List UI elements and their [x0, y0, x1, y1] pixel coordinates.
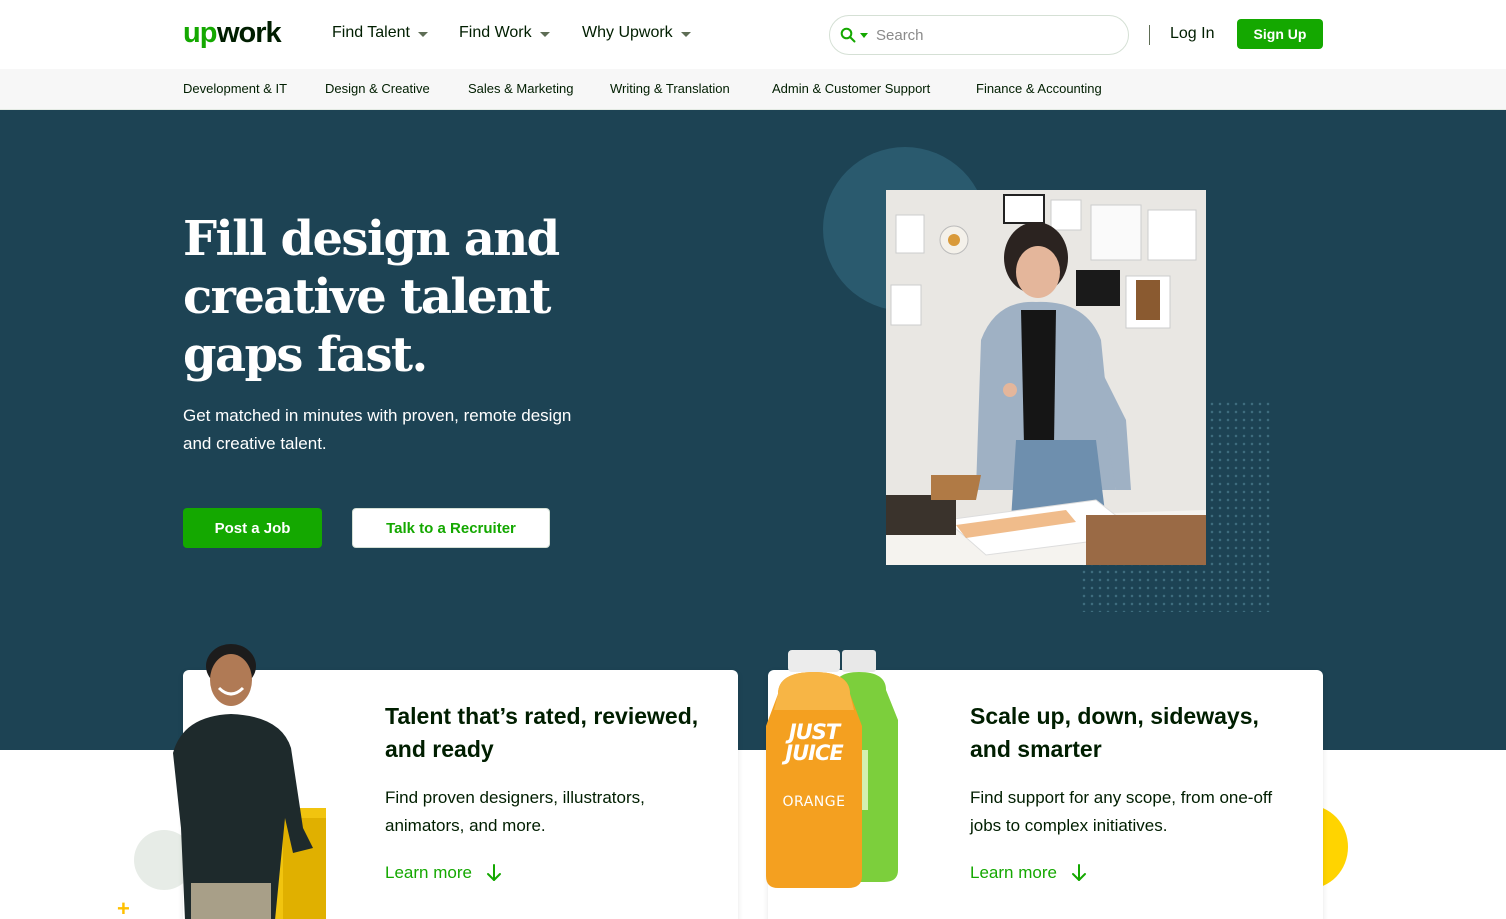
card-text: Find proven designers, illustrators, ani…: [385, 788, 645, 835]
juice-bottles-image: JUST JUICE ORANGE: [764, 650, 904, 890]
nav-find-work-label: Find Work: [459, 24, 532, 41]
chevron-down-icon: [680, 31, 691, 37]
nav-why-upwork[interactable]: Why Upwork: [582, 24, 691, 42]
category-sales-marketing[interactable]: Sales & Marketing: [468, 81, 574, 96]
search-type-toggle[interactable]: [840, 27, 868, 43]
juice-flavor: ORANGE: [782, 794, 846, 810]
learn-more-label: Learn more: [385, 863, 472, 882]
card-title: Talent that’s rated, reviewed, and ready: [385, 703, 699, 762]
arrow-down-icon: [486, 864, 501, 881]
chevron-down-icon: [860, 32, 868, 38]
category-writing-translation[interactable]: Writing & Translation: [610, 81, 730, 96]
category-admin-support[interactable]: Admin & Customer Support: [772, 81, 930, 96]
signup-button[interactable]: Sign Up: [1237, 19, 1323, 49]
smiling-man-image: [163, 638, 348, 919]
nav-divider: [1149, 25, 1150, 45]
hero-title: Fill design and creative talent gaps fas…: [183, 211, 560, 383]
juice-brand-line1: JUST: [788, 720, 840, 744]
svg-text:work: work: [216, 17, 283, 49]
top-navigation: up work Find Talent Find Work Why Upwork…: [0, 0, 1506, 69]
learn-more-label: Learn more: [970, 863, 1057, 882]
nav-find-talent-label: Find Talent: [332, 24, 410, 41]
plus-decoration-icon: +: [117, 896, 130, 919]
post-job-button[interactable]: Post a Job: [183, 508, 322, 548]
talk-recruiter-button[interactable]: Talk to a Recruiter: [352, 508, 550, 548]
login-link[interactable]: Log In: [1170, 25, 1214, 43]
search-icon: [840, 27, 856, 43]
category-development-it[interactable]: Development & IT: [183, 81, 287, 96]
search-box: [829, 15, 1129, 55]
category-finance-accounting[interactable]: Finance & Accounting: [976, 81, 1102, 96]
feature-card-rated-talent: Talent that’s rated, reviewed, and ready…: [173, 644, 738, 919]
svg-text:up: up: [183, 17, 217, 49]
category-bar: Development & IT Design & Creative Sales…: [0, 69, 1506, 110]
nav-why-upwork-label: Why Upwork: [582, 24, 673, 41]
card-text: Find support for any scope, from one-off…: [970, 788, 1273, 835]
feature-card-scale: JUST JUICE ORANGE Scale up, down, sidewa…: [766, 650, 1323, 919]
nav-find-talent[interactable]: Find Talent: [332, 24, 428, 42]
chevron-down-icon: [417, 31, 428, 37]
upwork-logo-icon: up work: [183, 17, 284, 49]
category-design-creative[interactable]: Design & Creative: [325, 81, 430, 96]
juice-brand-line2: JUICE: [785, 741, 843, 765]
juice-bottle-label: JUST JUICE ORANGE: [774, 722, 854, 813]
nav-find-work[interactable]: Find Work: [459, 24, 550, 42]
hero-subtitle: Get matched in minutes with proven, remo…: [183, 406, 572, 453]
hero-designer-photo: [886, 190, 1206, 565]
learn-more-link[interactable]: Learn more: [385, 863, 502, 883]
upwork-logo[interactable]: up work: [183, 16, 287, 50]
learn-more-link[interactable]: Learn more: [970, 863, 1087, 883]
search-input[interactable]: [876, 26, 1106, 44]
card-title: Scale up, down, sideways, and smarter: [970, 703, 1259, 762]
arrow-down-icon: [1071, 864, 1086, 881]
designer-illustration: [886, 190, 1206, 565]
chevron-down-icon: [539, 31, 550, 37]
smiling-man-illustration: [173, 644, 326, 919]
